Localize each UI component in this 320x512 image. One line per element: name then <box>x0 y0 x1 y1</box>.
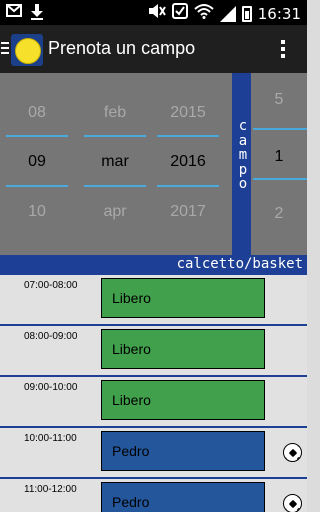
slot-time: 11:00-12:00 <box>24 484 77 495</box>
campo-label: campo <box>238 118 248 192</box>
mute-icon <box>148 3 166 24</box>
year-next[interactable]: 2017 <box>155 203 221 221</box>
clock: 16:31 <box>257 4 301 23</box>
field-name: calcetto/basket <box>176 256 303 272</box>
field-name-bar: calcetto/basket <box>0 255 307 273</box>
battery-icon <box>241 5 252 22</box>
slot-status[interactable]: Libero <box>101 278 265 318</box>
day-next[interactable]: 10 <box>4 203 70 221</box>
time-slot-row[interactable]: 07:00-08:00 Libero <box>0 273 307 324</box>
year-prev[interactable]: 2015 <box>155 104 221 122</box>
date-picker[interactable]: 08 09 10 feb mar apr 2015 2016 2017 <box>0 73 232 255</box>
slot-time: 09:00-10:00 <box>24 382 78 393</box>
field-selected[interactable]: 1 <box>251 148 307 166</box>
time-slot-row[interactable]: 11:00-12:00 Pedro <box>0 477 307 512</box>
app-bar: Prenota un campo <box>0 25 307 73</box>
download-icon <box>30 4 44 25</box>
slot-time: 08:00-09:00 <box>24 331 78 342</box>
month-next[interactable]: apr <box>82 203 148 221</box>
month-prev[interactable]: feb <box>82 104 148 122</box>
month-selected[interactable]: mar <box>82 153 148 171</box>
slot-time: 07:00-08:00 <box>24 280 78 291</box>
status-bar: 16:31 <box>0 0 307 25</box>
month-picker[interactable]: feb mar apr <box>82 73 148 255</box>
field-number-picker[interactable]: 5 1 2 <box>251 73 307 255</box>
time-slot-row[interactable]: 09:00-10:00 Libero <box>0 375 307 426</box>
mail-icon <box>6 4 22 25</box>
app-screen: 16:31 Prenota un campo 08 09 10 feb mar … <box>0 0 307 512</box>
slot-time: 10:00-11:00 <box>24 433 77 444</box>
day-prev[interactable]: 08 <box>4 104 70 122</box>
settings-alert-icon <box>171 3 188 24</box>
signal-icon <box>219 5 236 22</box>
slot-status[interactable]: Libero <box>101 329 265 369</box>
schedule-list: 07:00-08:00 Libero 08:00-09:00 Libero 09… <box>0 273 307 512</box>
picker-area: 08 09 10 feb mar apr 2015 2016 2017 c a … <box>0 73 307 273</box>
day-picker[interactable]: 08 09 10 <box>4 73 70 255</box>
soccer-ball-icon <box>283 494 302 512</box>
page-title: Prenota un campo <box>48 38 196 58</box>
slot-status[interactable]: Libero <box>101 380 265 420</box>
year-selected[interactable]: 2016 <box>155 153 221 171</box>
slot-status[interactable]: Pedro <box>101 431 265 471</box>
time-slot-row[interactable]: 10:00-11:00 Pedro <box>0 426 307 477</box>
slot-status[interactable]: Pedro <box>101 482 265 512</box>
field-next[interactable]: 2 <box>251 205 307 223</box>
soccer-ball-icon <box>283 443 302 462</box>
field-prev[interactable]: 5 <box>251 91 307 109</box>
app-logo[interactable] <box>11 34 43 66</box>
campo-label-strip: campo <box>232 73 251 255</box>
year-picker[interactable]: 2015 2016 2017 <box>155 73 221 255</box>
wifi-icon <box>194 3 214 24</box>
menu-icon[interactable] <box>1 42 9 57</box>
day-selected[interactable]: 09 <box>4 153 70 171</box>
overflow-menu-icon[interactable] <box>281 40 285 61</box>
time-slot-row[interactable]: 08:00-09:00 Libero <box>0 324 307 375</box>
